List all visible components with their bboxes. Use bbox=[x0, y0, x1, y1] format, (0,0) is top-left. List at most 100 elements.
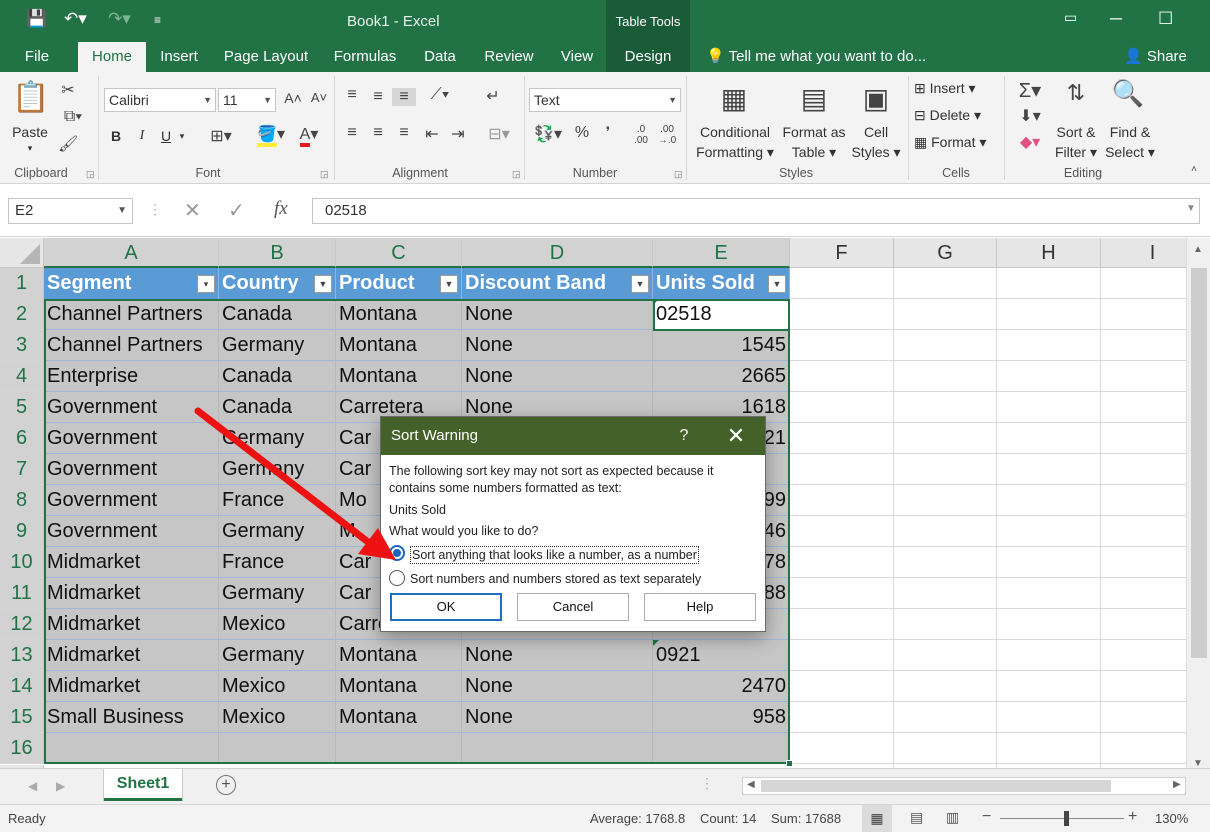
next-sheet-icon[interactable]: ▶ bbox=[56, 779, 65, 793]
table-cell[interactable]: Government bbox=[44, 454, 219, 485]
clear-icon[interactable]: ◆▾ bbox=[1012, 132, 1048, 152]
cell-styles-button[interactable]: Cell Styles ▾ bbox=[848, 122, 904, 162]
scroll-left-icon[interactable]: ◀ bbox=[747, 779, 755, 790]
fill-handle[interactable] bbox=[786, 760, 793, 767]
help-button[interactable]: Help bbox=[644, 593, 756, 621]
insert-cells-button[interactable]: ⊞ Insert ▾ bbox=[914, 78, 994, 98]
ok-button[interactable]: OK bbox=[390, 593, 502, 621]
find-select-button[interactable]: Find & Select ▾ bbox=[1100, 122, 1160, 162]
help-icon[interactable]: ? bbox=[673, 417, 695, 455]
ribbon-options-icon[interactable]: ▭ bbox=[1064, 9, 1077, 26]
vertical-scroll-thumb[interactable] bbox=[1191, 268, 1207, 658]
orientation-icon[interactable]: ⟋▾ bbox=[422, 86, 458, 104]
row-header[interactable]: 7 bbox=[0, 454, 44, 485]
accounting-format-icon[interactable]: 💱▾ bbox=[530, 124, 566, 144]
page-layout-view-icon[interactable]: ▤ bbox=[910, 809, 923, 826]
new-sheet-icon[interactable]: + bbox=[216, 775, 236, 795]
radio-sort-separately-label[interactable]: Sort numbers and numbers stored as text … bbox=[410, 571, 701, 587]
tab-split-handle-icon[interactable]: ⋮ bbox=[700, 775, 714, 792]
align-bottom-icon[interactable]: ≡ bbox=[392, 88, 416, 106]
close-icon[interactable]: ✕ bbox=[721, 417, 751, 455]
table-cell[interactable]: Germany bbox=[219, 578, 336, 609]
table-cell[interactable]: 0921 bbox=[653, 640, 790, 671]
formula-input[interactable]: 02518 bbox=[312, 198, 1200, 224]
share-button[interactable]: 👤 Share bbox=[1124, 42, 1187, 72]
column-header-f[interactable]: F bbox=[790, 238, 894, 268]
format-painter-icon[interactable]: 🖌 bbox=[58, 134, 78, 154]
tab-view[interactable]: View bbox=[550, 42, 604, 72]
table-cell[interactable]: Germany bbox=[219, 454, 336, 485]
column-header-b[interactable]: B bbox=[219, 238, 336, 268]
table-cell[interactable]: Montana bbox=[336, 330, 462, 361]
format-as-table-button[interactable]: Format as Table ▾ bbox=[778, 122, 850, 162]
scroll-up-icon[interactable]: ▲ bbox=[1193, 244, 1203, 255]
format-cells-button[interactable]: ▦ Format ▾ bbox=[914, 132, 998, 152]
zoom-in-icon[interactable]: + bbox=[1128, 808, 1137, 826]
format-as-table-icon[interactable]: ▤ bbox=[794, 82, 834, 115]
underline-dropdown-icon[interactable]: ▾ bbox=[176, 126, 188, 146]
font-color-icon[interactable]: A▾ bbox=[292, 124, 326, 147]
row-header[interactable]: 6 bbox=[0, 423, 44, 454]
select-all-corner[interactable] bbox=[0, 238, 44, 268]
row-header[interactable]: 12 bbox=[0, 609, 44, 640]
table-cell[interactable]: Canada bbox=[219, 299, 336, 330]
table-cell[interactable]: Germany bbox=[219, 330, 336, 361]
redo-icon[interactable]: ↷▾ bbox=[108, 9, 131, 29]
alignment-launcher-icon[interactable]: ◲ bbox=[512, 169, 521, 180]
paste-icon[interactable]: 📋 bbox=[12, 80, 49, 120]
row-header[interactable]: 11 bbox=[0, 578, 44, 609]
expand-formula-icon[interactable]: ▼ bbox=[1186, 203, 1196, 214]
row-header[interactable]: 5 bbox=[0, 392, 44, 423]
borders-icon[interactable]: ⊞▾ bbox=[204, 126, 238, 146]
align-top-icon[interactable]: ≡ bbox=[342, 86, 362, 104]
cut-icon[interactable]: ✂ bbox=[58, 80, 78, 100]
font-size-combo[interactable]: 11 ▼ bbox=[218, 88, 276, 112]
table-cell[interactable]: Government bbox=[44, 516, 219, 547]
cell-styles-icon[interactable]: ▣ bbox=[856, 82, 896, 115]
tab-file[interactable]: File bbox=[10, 42, 64, 72]
fill-icon[interactable]: ⬇▾ bbox=[1012, 106, 1048, 126]
row-header[interactable]: 16 bbox=[0, 733, 44, 764]
tell-me-box[interactable]: 💡 Tell me what you want to do... bbox=[706, 42, 926, 72]
zoom-slider-thumb[interactable] bbox=[1064, 811, 1069, 826]
merge-center-icon[interactable]: ⊟▾ bbox=[482, 124, 516, 144]
underline-button[interactable]: U bbox=[158, 126, 174, 146]
filter-dropdown-icon[interactable]: ▼ bbox=[440, 275, 458, 293]
radio-sort-as-number[interactable] bbox=[389, 545, 405, 561]
percent-icon[interactable]: % bbox=[572, 124, 592, 142]
table-cell[interactable]: Germany bbox=[219, 640, 336, 671]
table-cell[interactable]: Mexico bbox=[219, 609, 336, 640]
table-cell[interactable] bbox=[219, 733, 336, 764]
decrease-decimal-icon[interactable]: .00 →.0 bbox=[656, 124, 678, 146]
table-cell[interactable]: Mexico bbox=[219, 671, 336, 702]
wrap-text-icon[interactable]: ↵ bbox=[482, 86, 504, 106]
filter-dropdown-icon[interactable]: ▼ bbox=[631, 275, 649, 293]
confirm-entry-icon[interactable]: ✓ bbox=[228, 198, 245, 223]
table-cell[interactable]: France bbox=[219, 485, 336, 516]
tab-data[interactable]: Data bbox=[412, 42, 468, 72]
table-cell[interactable]: None bbox=[462, 299, 653, 330]
table-cell[interactable] bbox=[462, 733, 653, 764]
cancel-button[interactable]: Cancel bbox=[517, 593, 629, 621]
table-cell[interactable] bbox=[44, 733, 219, 764]
row-header[interactable]: 15 bbox=[0, 702, 44, 733]
increase-decimal-icon[interactable]: .0.00 bbox=[630, 124, 652, 146]
scroll-right-icon[interactable]: ▶ bbox=[1173, 779, 1181, 790]
comma-style-icon[interactable]: ❜ bbox=[598, 124, 618, 140]
table-cell[interactable]: Montana bbox=[336, 299, 462, 330]
table-cell[interactable]: Midmarket bbox=[44, 609, 219, 640]
column-header-c[interactable]: C bbox=[336, 238, 462, 268]
table-cell[interactable] bbox=[653, 733, 790, 764]
table-cell[interactable]: Germany bbox=[219, 516, 336, 547]
table-cell[interactable]: 02518 bbox=[653, 299, 790, 330]
grow-font-icon[interactable]: A˄ bbox=[284, 90, 302, 106]
tab-insert[interactable]: Insert bbox=[150, 42, 208, 72]
tab-design[interactable]: Design bbox=[606, 42, 690, 72]
find-select-icon[interactable]: 🔍 bbox=[1110, 78, 1146, 109]
filter-dropdown-icon[interactable]: ▾ bbox=[197, 275, 215, 293]
row-header[interactable]: 2 bbox=[0, 299, 44, 330]
fill-color-icon[interactable]: 🪣▾ bbox=[254, 124, 288, 147]
table-cell[interactable]: None bbox=[462, 361, 653, 392]
zoom-out-icon[interactable]: − bbox=[982, 808, 991, 826]
drag-handle-icon[interactable]: ⋮ bbox=[148, 201, 162, 218]
